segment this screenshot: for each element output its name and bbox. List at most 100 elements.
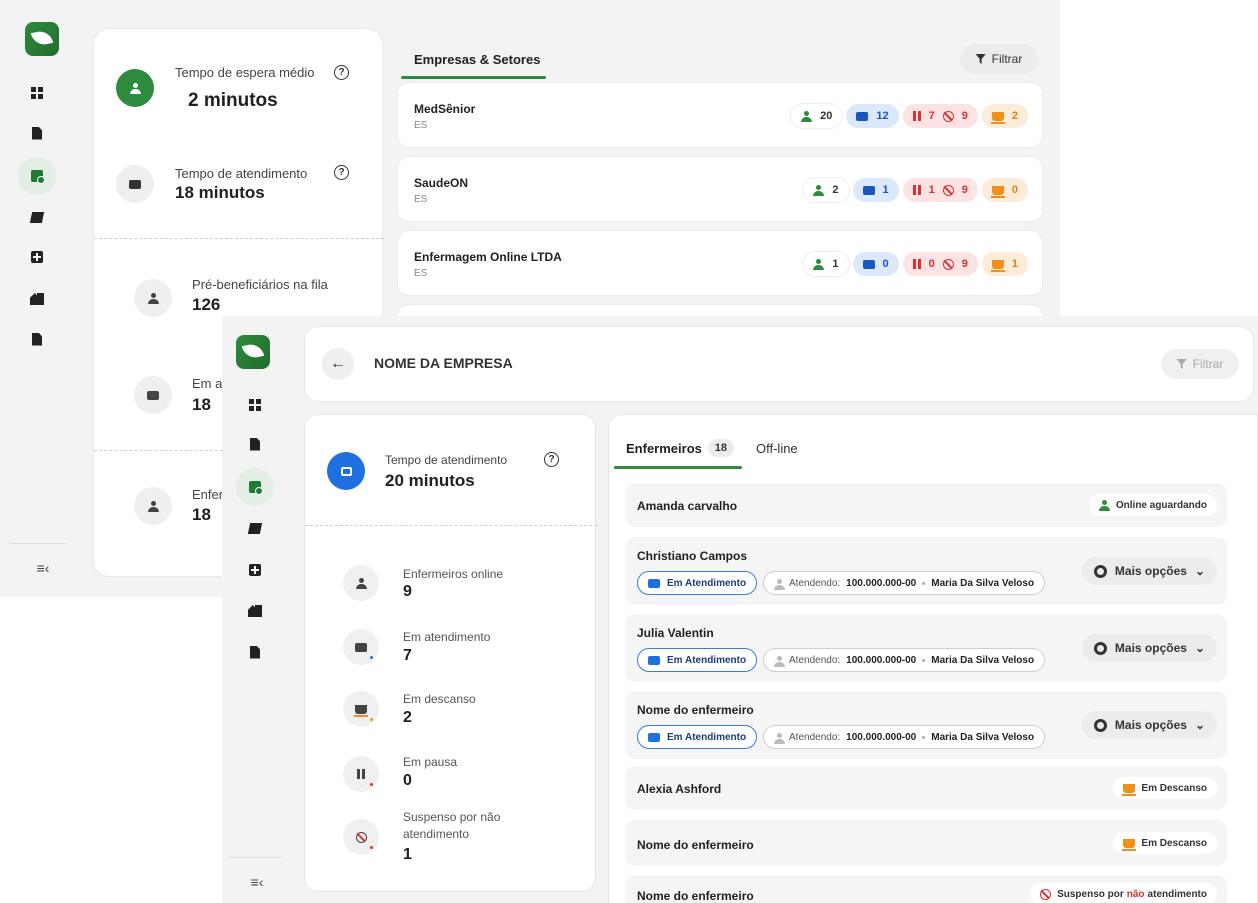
patient-name: Maria Da Silva Veloso [931,731,1035,743]
video-icon [343,629,379,665]
schedule-icon[interactable] [18,157,56,195]
collapse-menu-icon[interactable]: ≡‹ [244,869,270,895]
pause-icon [912,259,921,269]
dashboard-icon[interactable] [242,392,268,418]
in-service-chip: Em Atendimento [637,725,758,749]
report-icon[interactable] [24,326,50,352]
separator-dot [922,735,926,739]
medical-plus-icon[interactable] [242,557,268,583]
help-icon[interactable]: ? [544,452,559,467]
gear-icon [1093,718,1107,732]
company-counters: 2 1 19 0 [803,178,1028,202]
video-icon [134,376,172,414]
company-name: Enfermagem Online LTDA [414,250,562,264]
filter-icon [1176,359,1187,369]
nurse-row[interactable]: Nome do enfermeiro Suspenso por não atendi… [625,875,1227,903]
more-options-label: Mais opções [1114,564,1187,578]
document-icon[interactable] [24,120,50,146]
filter-button[interactable]: Filtrar [960,44,1038,74]
schedule-icon[interactable] [236,468,274,506]
nurse-row[interactable]: Nome do enfermeiro Em Descanso [625,820,1227,866]
gear-icon [1093,564,1107,578]
company-state: ES [414,194,428,205]
video-icon [862,259,875,269]
tag-icon[interactable] [242,515,268,541]
nurse-online-icon [801,110,813,122]
patient-name: Maria Da Silva Veloso [931,654,1035,666]
stat-value: 2 [403,709,412,726]
building-icon[interactable] [242,598,268,624]
company-state: ES [414,120,428,131]
coffee-icon [1122,838,1137,851]
resting-counter: 1 [981,252,1028,276]
more-options-button[interactable]: Mais opções ⌄ [1081,711,1217,739]
app-logo [236,335,270,369]
nurse-row[interactable]: Christiano Campos Em Atendimento Atenden… [625,537,1227,605]
chip-text: Em Atendimento [667,731,747,743]
document-icon[interactable] [242,431,268,457]
tab-offline[interactable]: Off-line [756,441,798,456]
video-icon [648,732,660,742]
online-counter: 20 [791,104,843,128]
nurse-online-icon [813,258,825,270]
tab-label: Enfermeiros [626,440,702,456]
status-text: Em Descanso [1141,782,1207,794]
company-row[interactable]: SaudeON ES 2 1 19 0 [397,156,1043,222]
attending-label: Atendendo: [789,577,841,589]
status-badge: Em Descanso [1113,777,1217,799]
nurse-row[interactable]: Julia Valentin Em Atendimento Atendendo:… [625,614,1227,682]
status-badge: Suspenso por não atendimento [1030,883,1217,903]
blocked-icon [942,258,954,270]
in-service-counter: 12 [846,104,899,128]
medical-plus-icon[interactable] [24,244,50,270]
status-text: atendimento [1147,888,1207,900]
more-options-label: Mais opções [1114,718,1187,732]
pause-icon [912,185,921,195]
patient-id: 100.000.000-00 [846,577,917,589]
tab-companies[interactable]: Empresas & Setores [414,52,540,67]
gear-icon [1093,641,1107,655]
chip-text: Em Atendimento [667,577,747,589]
online-counter: 1 [803,252,849,276]
nurse-row[interactable]: Nome do enfermeiro Em Atendimento Atende… [625,691,1227,759]
online-count: 2 [832,184,839,196]
company-row[interactable]: MedSênior ES 20 12 79 2 [397,82,1043,148]
company-name: MedSênior [414,102,476,116]
more-options-button[interactable]: Mais opções ⌄ [1081,634,1217,662]
attending-label: Atendendo: [789,654,841,666]
patient-id: 100.000.000-00 [846,731,917,743]
filter-button[interactable]: Filtrar [1161,349,1239,379]
building-icon[interactable] [24,286,50,312]
blocked-icon [942,184,954,196]
in-service-count: 1 [882,184,889,196]
group-icon [134,279,172,317]
company-row[interactable]: Enfermagem Online LTDA ES 1 0 09 1 [397,230,1043,296]
pause-suspended-counter: 19 [902,178,978,202]
video-icon [648,578,660,588]
report-icon[interactable] [242,639,268,665]
tag-icon[interactable] [24,204,50,230]
separator-dot [922,581,926,585]
help-icon[interactable]: ? [334,65,349,80]
help-icon[interactable]: ? [334,165,349,180]
video-icon [856,111,869,121]
more-options-button[interactable]: Mais opções ⌄ [1081,557,1217,585]
nurse-online-icon [343,565,379,601]
pause-icon [343,756,379,792]
collapse-menu-icon[interactable]: ≡‹ [30,555,56,581]
nurse-row[interactable]: Alexia Ashford Em Descanso [625,766,1227,810]
dashboard-icon[interactable] [24,80,50,106]
tab-nurses[interactable]: Enfermeiros 18 [626,439,734,457]
nurse-name: Julia Valentin [637,626,714,640]
pause-icon [912,111,921,121]
nurse-row[interactable]: Amanda carvalho Online aguardando [625,483,1227,527]
pause-suspended-counter: 79 [902,104,978,128]
nurse-name: Christiano Campos [637,549,748,563]
status-text: Online aguardando [1115,499,1207,511]
video-icon [862,185,875,195]
back-arrow-icon[interactable]: ← [322,348,354,380]
wait-time-icon [116,69,154,107]
nurses-label: Enferi [192,487,226,502]
filter-label: Filtrar [991,52,1023,66]
resting-counter: 0 [981,178,1028,202]
